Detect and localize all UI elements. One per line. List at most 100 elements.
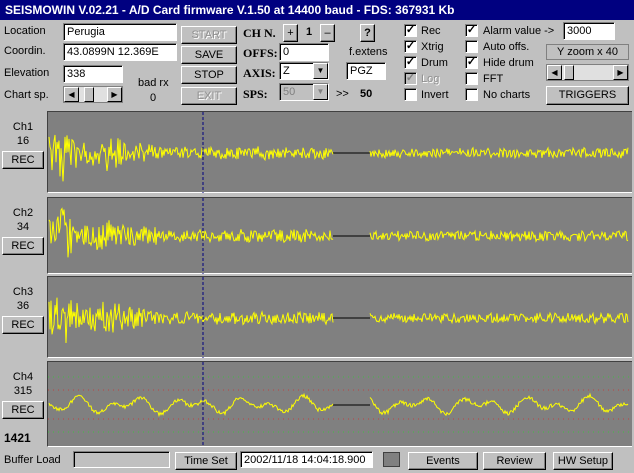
exit-button[interactable]: EXIT xyxy=(181,87,237,105)
channel-value: 16 xyxy=(16,135,30,147)
seismogram-plot xyxy=(47,197,632,274)
elevation-field[interactable]: 338 xyxy=(63,65,123,83)
sps-arrow-label: >> xyxy=(336,88,349,100)
seismogram-trace-area xyxy=(48,112,629,193)
coordinates-field[interactable]: 43.0899N 12.369E xyxy=(63,43,177,61)
auto-offset-checkbox-label: Auto offs. xyxy=(483,41,530,53)
xtrig-checkbox[interactable]: ✓ xyxy=(404,40,417,53)
hide-drum-checkbox[interactable]: ✓ xyxy=(465,56,478,69)
axis-select[interactable]: Z ▼ xyxy=(279,62,329,80)
chevron-down-icon[interactable]: ▼ xyxy=(313,84,328,100)
sps-display-value: 50 xyxy=(360,88,373,100)
seismogram-trace xyxy=(369,392,629,417)
channel-plus-button[interactable]: + xyxy=(283,24,298,42)
location-label: Location xyxy=(4,25,46,37)
coordinates-label: Coordin. xyxy=(4,45,46,57)
channel-minus-button[interactable]: – xyxy=(320,24,335,42)
fft-checkbox[interactable] xyxy=(465,72,478,85)
scroll-thumb[interactable] xyxy=(84,87,94,102)
sps-label: SPS: xyxy=(243,87,268,101)
chart-speed-scrollbar[interactable]: ◀ ▶ xyxy=(63,86,123,103)
seismogram-plot xyxy=(47,276,632,358)
file-extension-field[interactable]: PGZ xyxy=(346,62,386,80)
alarm-checkbox-label: Alarm value -> xyxy=(483,25,555,37)
seismogram-trace xyxy=(48,207,334,258)
scroll-left-icon[interactable]: ◀ xyxy=(64,87,79,102)
offset-label: OFFS: xyxy=(243,46,278,60)
stop-button[interactable]: STOP xyxy=(181,66,237,84)
save-button[interactable]: SAVE xyxy=(181,46,237,64)
bad-rx-value: 0 xyxy=(150,92,157,104)
seismogram-plot xyxy=(47,111,632,193)
sample-counter: 1421 xyxy=(4,431,31,445)
channel-rec-button[interactable]: REC xyxy=(2,401,44,419)
log-checkbox-label: Log xyxy=(421,73,440,85)
axis-label: AXIS: xyxy=(243,66,276,80)
xtrig-checkbox-label: Xtrig xyxy=(421,41,444,53)
no-charts-checkbox-label: No charts xyxy=(483,89,531,101)
buffer-load-label: Buffer Load xyxy=(4,454,61,466)
window-title: SEISMOWIN V.02.21 - A/D Card firmware V.… xyxy=(0,0,634,20)
elevation-label: Elevation xyxy=(4,67,50,79)
channel-panel: Ch3 36 REC xyxy=(0,276,46,358)
seismogram-plot xyxy=(47,361,632,447)
channel-name: Ch2 xyxy=(12,207,34,219)
channel-panel: Ch2 34 REC xyxy=(0,197,46,274)
seismogram-trace xyxy=(369,146,629,160)
seismogram-trace-area xyxy=(48,277,629,358)
scroll-left-icon[interactable]: ◀ xyxy=(547,65,562,80)
scroll-right-icon[interactable]: ▶ xyxy=(107,87,122,102)
review-button[interactable]: Review xyxy=(483,452,546,470)
start-button[interactable]: START xyxy=(181,26,237,44)
buffer-load-progress xyxy=(73,451,170,468)
drum-checkbox[interactable]: ✓ xyxy=(404,56,417,69)
channel-name: Ch3 xyxy=(12,286,34,298)
events-button[interactable]: Events xyxy=(408,452,478,470)
bad-rx-label: bad rx xyxy=(138,77,169,89)
no-charts-checkbox[interactable] xyxy=(465,88,478,101)
help-button[interactable]: ? xyxy=(360,24,375,42)
status-bar: Buffer Load Time Set 2002/11/18 14:04:18… xyxy=(0,449,634,473)
seismogram-trace xyxy=(48,134,334,182)
channel-number-value: 1 xyxy=(306,26,313,38)
seismogram-trace xyxy=(369,229,629,243)
seismogram-trace xyxy=(48,392,334,418)
alarm-value-field[interactable]: 3000 xyxy=(563,22,615,40)
chevron-down-icon[interactable]: ▼ xyxy=(313,63,328,79)
status-indicator xyxy=(383,452,400,467)
hw-setup-button[interactable]: HW Setup xyxy=(553,452,613,470)
time-set-button[interactable]: Time Set xyxy=(175,452,237,470)
zoom-scroll-thumb[interactable] xyxy=(564,65,574,80)
channel-rec-button[interactable]: REC xyxy=(2,151,44,169)
seismogram-trace xyxy=(369,311,629,325)
channel-rec-button[interactable]: REC xyxy=(2,237,44,255)
axis-select-value: Z xyxy=(283,65,290,77)
invert-checkbox-label: Invert xyxy=(421,89,449,101)
alarm-checkbox[interactable]: ✓ xyxy=(465,24,478,37)
channel-rec-button[interactable]: REC xyxy=(2,316,44,334)
channel-value: 34 xyxy=(16,221,30,233)
rec-checkbox[interactable]: ✓ xyxy=(404,24,417,37)
sps-select[interactable]: 50 ▼ xyxy=(279,83,329,101)
zoom-scrollbar[interactable]: ◀ ▶ xyxy=(546,64,629,81)
auto-offset-checkbox[interactable] xyxy=(465,40,478,53)
offset-field[interactable]: 0 xyxy=(279,43,329,61)
channel-name: Ch1 xyxy=(12,121,34,133)
seismogram-trace-area xyxy=(48,198,629,274)
channel-value: 36 xyxy=(16,300,30,312)
sps-select-value: 50 xyxy=(283,86,296,98)
datetime-field[interactable]: 2002/11/18 14:04:18.900 xyxy=(240,451,373,468)
log-checkbox[interactable]: ✓ xyxy=(404,72,417,85)
channel-number-label: CH N. xyxy=(243,26,276,40)
chart-speed-label: Chart sp. xyxy=(4,89,49,101)
hide-drum-checkbox-label: Hide drum xyxy=(483,57,534,69)
location-field[interactable]: Perugia xyxy=(63,23,177,41)
scroll-right-icon[interactable]: ▶ xyxy=(613,65,628,80)
file-extension-label: f.extens xyxy=(349,46,388,58)
seismogram-trace xyxy=(48,297,334,344)
channel-name: Ch4 xyxy=(12,371,34,383)
drum-checkbox-label: Drum xyxy=(421,57,448,69)
triggers-button[interactable]: TRIGGERS xyxy=(546,86,629,105)
invert-checkbox[interactable] xyxy=(404,88,417,101)
channel-value: 315 xyxy=(13,385,33,397)
